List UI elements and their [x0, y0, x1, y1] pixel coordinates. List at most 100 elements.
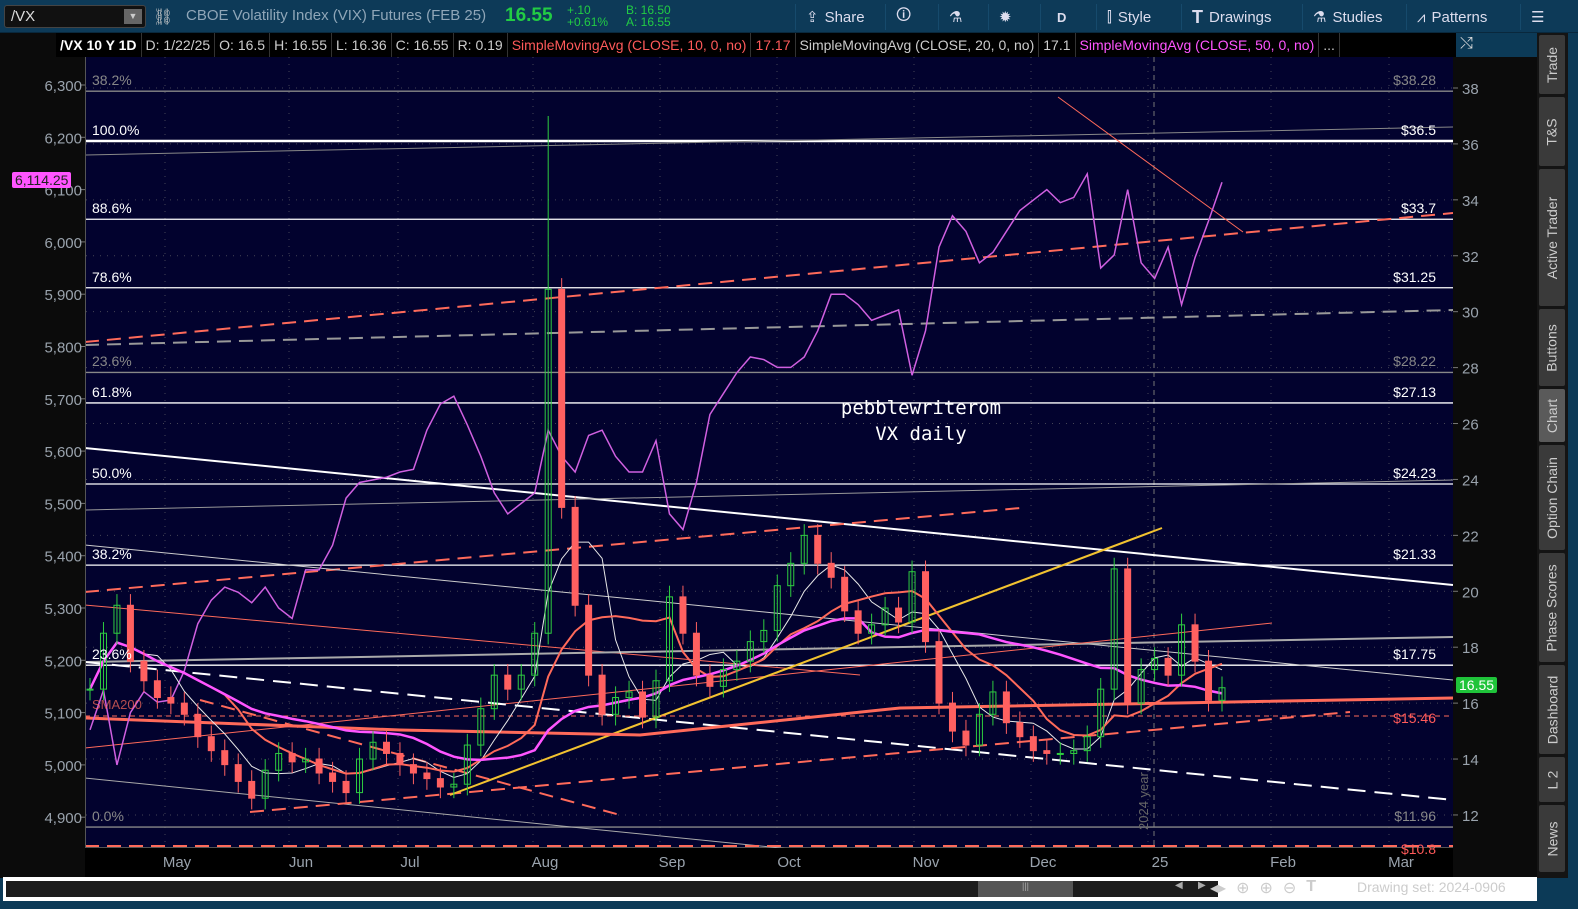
fib-right-label: $38.28: [1393, 72, 1436, 89]
zoom-in-icon[interactable]: ⊕: [1259, 878, 1272, 898]
candle: [571, 506, 579, 606]
candle: [396, 752, 404, 766]
fib-left-label: 88.6%: [92, 200, 132, 217]
scroll-right-icon[interactable]: ▶: [1198, 880, 1206, 891]
date-axis-tick: Nov: [913, 854, 940, 871]
sma200-label: SMA200: [92, 697, 142, 712]
annotation-line2: VX daily: [875, 423, 967, 445]
fib-right-label: $24.23: [1393, 465, 1436, 481]
fib-right-label: $21.33: [1393, 546, 1436, 563]
candle: [1124, 568, 1132, 704]
sidebar-tab-label: Active Trader: [1544, 196, 1561, 279]
candle: [706, 674, 714, 687]
candle: [234, 764, 242, 782]
sidebar-tab-t-s[interactable]: T&S: [1539, 97, 1565, 166]
candle: [342, 780, 350, 794]
year-marker-label: 2024 year: [1136, 772, 1151, 830]
fib-left-label: 23.6%: [92, 646, 132, 663]
sidebar-tab-trade[interactable]: Trade: [1539, 35, 1565, 94]
right-axis-tick: 12: [1462, 808, 1479, 825]
left-axis-tick: 5,300: [44, 601, 82, 618]
left-axis-tick: 5,800: [44, 340, 82, 357]
candle: [841, 576, 849, 612]
grid-lines: [86, 57, 1453, 848]
right-axis-tick: 24: [1462, 472, 1479, 489]
fib-right-label: $28.22: [1393, 353, 1436, 370]
right-axis-tick: 28: [1462, 361, 1479, 378]
compare-price-badge: 6,114.25: [12, 172, 72, 188]
axis-ticks: 38 36 34 32 30 28 26 24 22 20 18 16 14 12 6,300 6,200 6,…: [44, 78, 1478, 871]
fib-levels: [86, 90, 1453, 828]
sidebar-tab-label: Option Chain: [1544, 456, 1560, 539]
candle: [1205, 660, 1213, 701]
zoom-out-icon[interactable]: ⊖: [1283, 878, 1296, 898]
fib-left-label: 78.6%: [92, 268, 132, 285]
scroll-left-icon[interactable]: ◀: [1175, 880, 1183, 891]
left-axis-tick: 5,000: [44, 758, 82, 775]
sidebar-tab-option-chain[interactable]: Option Chain: [1539, 445, 1565, 550]
candle: [1191, 624, 1199, 662]
left-axis-tick: 5,100: [44, 706, 82, 723]
candle: [409, 764, 417, 774]
candle: [854, 610, 862, 634]
candle: [153, 680, 161, 699]
pan-icon[interactable]: ◂▸: [1210, 878, 1226, 898]
date-axis-tick: Sep: [659, 854, 686, 871]
candle: [598, 674, 606, 715]
fib-left-label: 100.0%: [92, 121, 140, 138]
date-axis-tick: Aug: [532, 854, 559, 871]
fib-right-label: $11.96: [1394, 808, 1436, 825]
candle: [1016, 722, 1024, 738]
annotation-line1: pebblewriterom: [840, 397, 1002, 419]
fib-right-label: $33.7: [1400, 200, 1436, 217]
crosshair-icon[interactable]: ⊕: [1236, 878, 1249, 898]
left-axis-tick: 4,900: [44, 810, 82, 827]
candle: [86, 688, 94, 691]
fib-left-label: 61.8%: [92, 383, 132, 400]
candle: [679, 596, 687, 634]
chart-annotation: pebblewriterom VX daily: [810, 395, 1032, 447]
sidebar-tab-label: Chart: [1544, 398, 1561, 433]
sidebar-tab-active-trader[interactable]: Active Trader: [1539, 169, 1565, 306]
sidebar-tab-buttons[interactable]: Buttons: [1539, 309, 1565, 386]
candle: [922, 571, 930, 643]
drawing-set[interactable]: Drawing set: 2024-0906: [1357, 879, 1506, 895]
chart-canvas: 38 36 34 32 30 28 26 24 22 20 18 16 14 12 6,300 6,200 6,…: [44, 57, 1479, 871]
candle: [140, 660, 148, 682]
sidebar-tab-l-2[interactable]: L 2: [1539, 757, 1565, 802]
fib-left-label: 23.6%: [92, 353, 132, 370]
candle: [1164, 657, 1172, 676]
sidebar-tab-chart[interactable]: Chart: [1539, 389, 1565, 442]
sidebar-tab-dashboard[interactable]: Dashboard: [1539, 665, 1565, 754]
date-axis-tick: Feb: [1270, 854, 1296, 871]
sidebar-tab-label: Dashboard: [1544, 675, 1560, 744]
date-axis-tick: 25: [1152, 854, 1169, 871]
right-axis-tick: 20: [1462, 584, 1479, 601]
text-icon[interactable]: T: [1306, 878, 1316, 898]
right-axis-tick: 22: [1462, 528, 1479, 545]
candle: [382, 741, 390, 754]
candle: [1043, 750, 1051, 754]
sidebar-tab-phase-scores[interactable]: Phase Scores: [1539, 553, 1565, 662]
fib-right-label: $27.13: [1393, 383, 1436, 400]
left-axis-tick: 6,300: [44, 78, 82, 95]
date-axis-tick: May: [163, 854, 192, 871]
left-axis-tick: 6,200: [44, 130, 82, 147]
date-axis-tick: Jun: [289, 854, 313, 871]
right-axis-tick: 30: [1462, 305, 1479, 322]
trendlines: [86, 96, 1453, 848]
right-axis-tick: 38: [1462, 81, 1479, 98]
left-axis-tick: 5,200: [44, 653, 82, 670]
fib-right-label: $17.75: [1393, 646, 1436, 663]
candle: [180, 702, 188, 715]
fib-right-label: $15.46: [1393, 710, 1436, 727]
date-axis-tick: Jul: [400, 854, 419, 871]
left-axis-tick: 5,400: [44, 549, 82, 566]
fib-right-label: $31.25: [1393, 268, 1436, 285]
sidebar-tab-label: Buttons: [1544, 323, 1561, 372]
scrollbar-thumb[interactable]: |||: [978, 881, 1073, 897]
candle: [962, 730, 970, 746]
sidebar-tab-news[interactable]: News: [1539, 805, 1565, 872]
candle: [329, 772, 337, 782]
date-axis-tick: Mar: [1388, 854, 1414, 871]
